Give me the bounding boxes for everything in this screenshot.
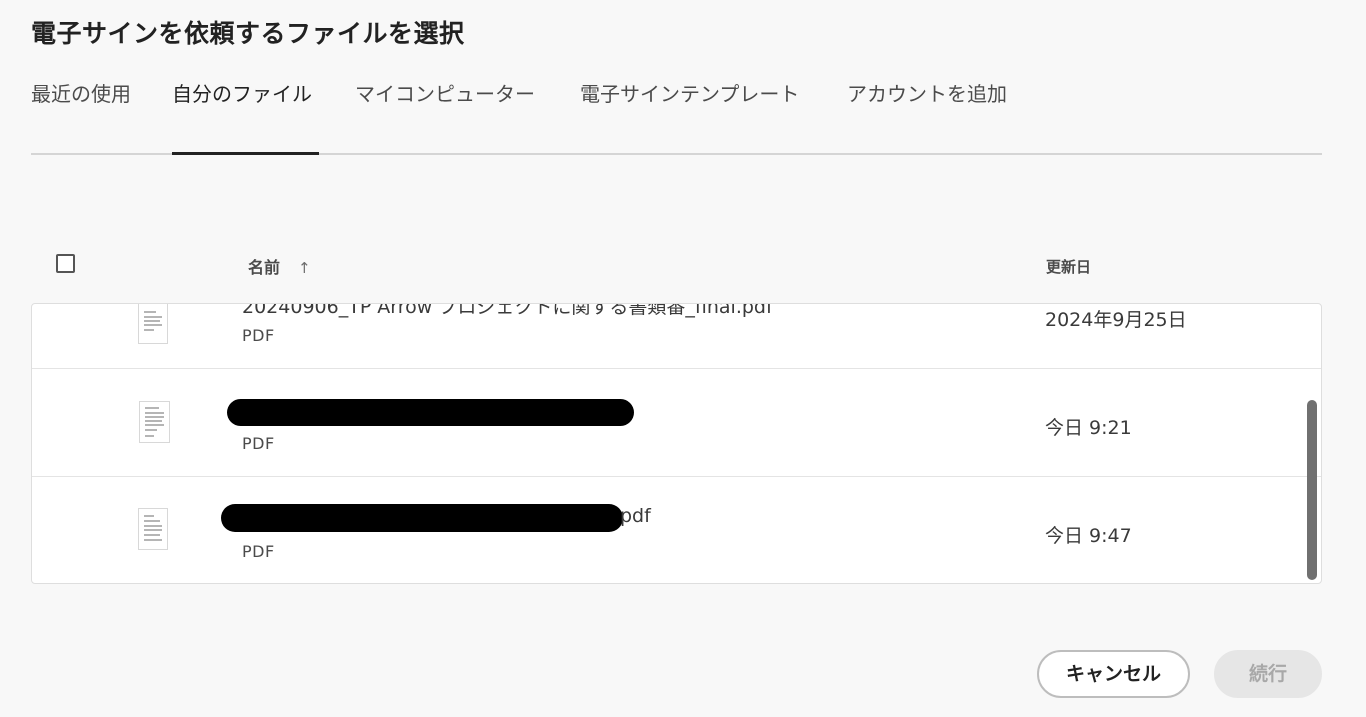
- tab-my-computer[interactable]: マイコンピューター: [355, 78, 535, 107]
- tab-recent[interactable]: 最近の使用: [31, 78, 131, 107]
- file-date: 2024年9月25日: [1045, 309, 1187, 331]
- file-type: PDF: [242, 434, 275, 453]
- tab-add-account[interactable]: アカウントを追加: [847, 78, 1007, 107]
- active-tab-indicator: [172, 152, 319, 155]
- pdf-thumbnail-icon: [138, 508, 168, 550]
- file-name: pdf: [620, 505, 651, 527]
- redaction-mark: [227, 399, 634, 426]
- pdf-thumbnail-icon: [138, 304, 168, 344]
- column-header-date[interactable]: 更新日: [1046, 256, 1091, 277]
- cancel-button[interactable]: キャンセル: [1037, 650, 1190, 698]
- file-date: 今日 9:21: [1045, 417, 1132, 439]
- tab-my-files[interactable]: 自分のファイル: [172, 78, 312, 107]
- tab-bar: 最近の使用 自分のファイル マイコンピューター 電子サインテンプレート アカウン…: [31, 78, 1322, 156]
- redaction-mark: [221, 504, 623, 532]
- table-row[interactable]: pdf PDF 今日 9:47: [32, 477, 1321, 583]
- file-type: PDF: [242, 542, 275, 561]
- table-row[interactable]: PDF 今日 9:21: [32, 369, 1321, 477]
- tab-sign-templates[interactable]: 電子サインテンプレート: [580, 78, 799, 107]
- list-scrollbar[interactable]: [1307, 400, 1317, 580]
- column-header-name-label: 名前: [248, 258, 281, 277]
- pdf-thumbnail-icon: [139, 401, 170, 443]
- file-type: PDF: [242, 326, 275, 345]
- file-date: 今日 9:47: [1045, 525, 1132, 547]
- select-all-checkbox[interactable]: [56, 254, 75, 273]
- table-header: 名前 ↑ 更新日: [31, 250, 1322, 280]
- file-name: 20240906_TP Arrow プロジェクトに関する書類番_final.pd…: [242, 303, 773, 318]
- dialog-title: 電子サインを依頼するファイルを選択: [31, 19, 465, 48]
- table-row[interactable]: 20240906_TP Arrow プロジェクトに関する書類番_final.pd…: [32, 303, 1321, 369]
- file-list: 20240906_TP Arrow プロジェクトに関する書類番_final.pd…: [31, 303, 1322, 584]
- continue-button[interactable]: 続行: [1214, 650, 1322, 698]
- arrow-up-icon: ↑: [298, 259, 311, 277]
- column-header-name[interactable]: 名前 ↑: [248, 254, 311, 278]
